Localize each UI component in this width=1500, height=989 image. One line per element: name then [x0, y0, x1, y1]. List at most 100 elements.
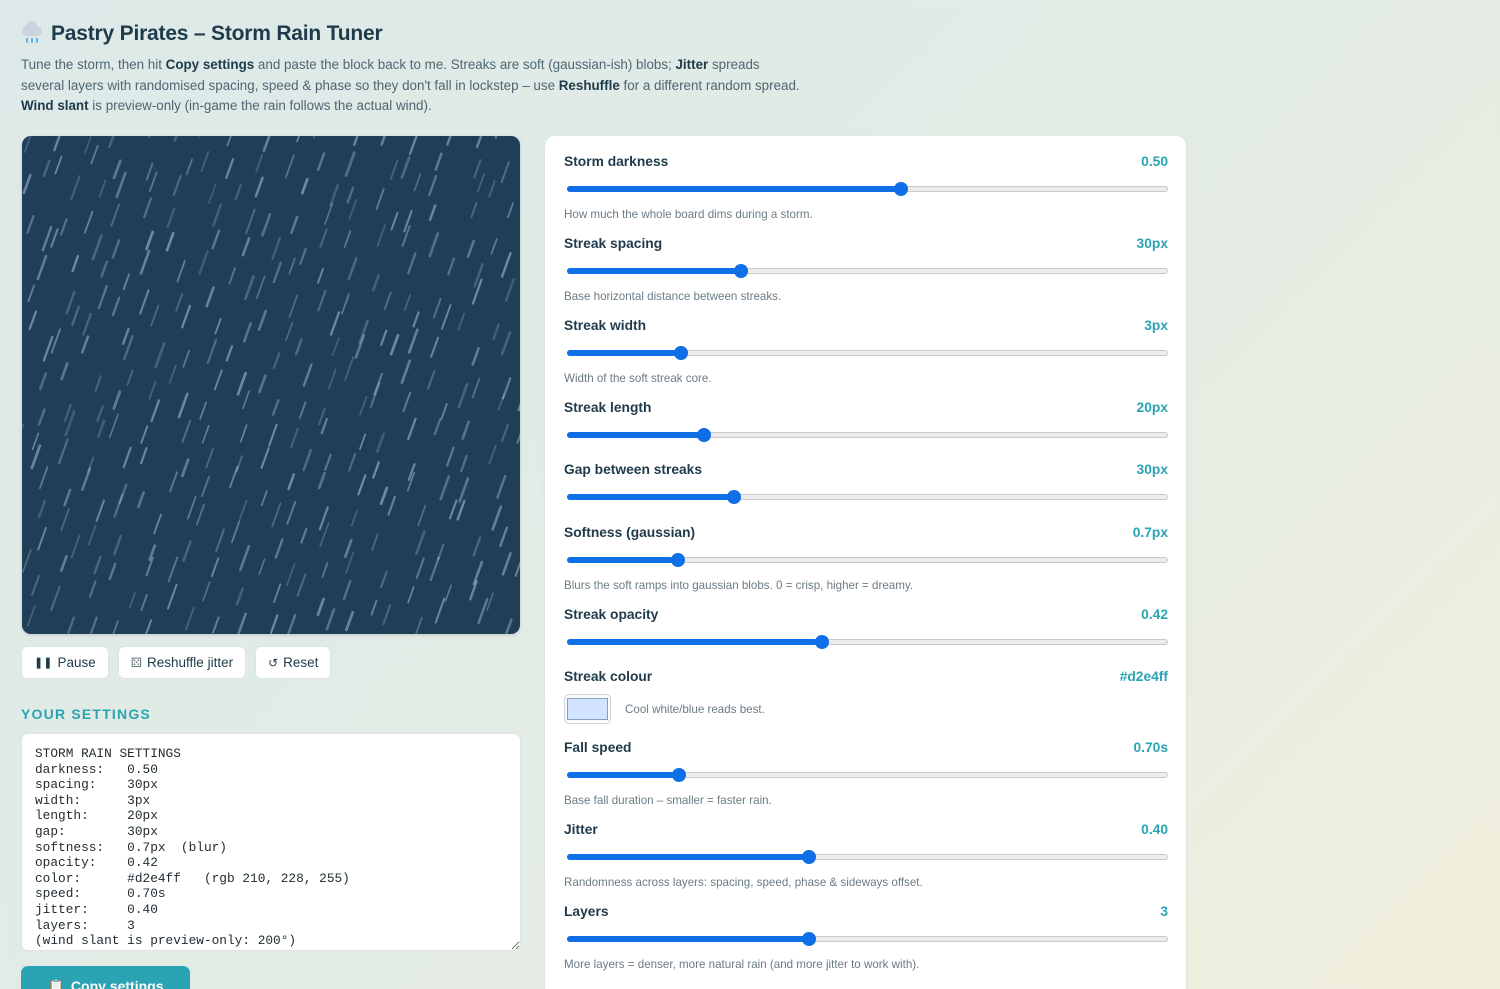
- layers-slider[interactable]: [567, 931, 1168, 947]
- rain-streak: [38, 372, 48, 391]
- slider-thumb[interactable]: [894, 182, 909, 196]
- darkness-slider[interactable]: [567, 181, 1168, 197]
- pause-button[interactable]: ❚❚ Pause: [21, 646, 109, 679]
- rain-streak: [492, 323, 500, 341]
- control-hint: How much the whole board dims during a s…: [564, 208, 813, 221]
- rain-streak: [182, 540, 192, 562]
- slider-thumb[interactable]: [734, 264, 749, 278]
- rain-streak: [185, 158, 193, 176]
- rain-streak: [441, 304, 452, 330]
- rain-streak: [272, 352, 281, 370]
- rain-streak: [63, 488, 72, 507]
- slider-thumb[interactable]: [727, 490, 742, 504]
- rain-streak: [316, 152, 326, 172]
- rain-streak: [300, 527, 308, 544]
- length-slider[interactable]: [567, 427, 1168, 443]
- rain-streak: [400, 359, 412, 384]
- slider-thumb[interactable]: [814, 635, 829, 649]
- control-value: #d2e4ff: [1119, 669, 1168, 684]
- rain-streak: [331, 337, 340, 356]
- control-value: 20px: [1136, 400, 1168, 415]
- rain-cloud-icon: [21, 21, 43, 45]
- rain-streak: [446, 446, 455, 467]
- slider-thumb[interactable]: [802, 932, 817, 946]
- rain-streak: [500, 252, 512, 278]
- rain-streak: [239, 424, 248, 443]
- colour-picker[interactable]: [564, 694, 611, 724]
- rain-streak: [236, 612, 247, 634]
- rain-streak: [345, 610, 355, 632]
- rain-streak: [60, 218, 68, 236]
- rain-streak: [42, 159, 51, 178]
- rain-streak: [348, 198, 358, 220]
- pause-icon: ❚❚: [34, 657, 53, 669]
- slider-thumb[interactable]: [802, 850, 817, 864]
- rain-streak: [89, 616, 98, 634]
- spacing-slider[interactable]: [567, 263, 1168, 279]
- rain-streak: [242, 390, 250, 410]
- rain-streak: [407, 252, 417, 275]
- slider-thumb[interactable]: [670, 553, 685, 567]
- rain-streak: [413, 172, 422, 192]
- rain-streak: [185, 606, 195, 631]
- rain-streak: [67, 616, 76, 634]
- rain-streak: [139, 289, 150, 315]
- control-opacity: Streak opacity 0.42: [564, 607, 1168, 650]
- rain-streak: [37, 499, 47, 519]
- gap-slider[interactable]: [567, 489, 1168, 505]
- opacity-slider[interactable]: [567, 634, 1168, 650]
- rain-streak: [321, 561, 329, 578]
- jitter-slider[interactable]: [567, 849, 1168, 865]
- rain-streak: [344, 356, 355, 381]
- settings-textarea[interactable]: STORM RAIN SETTINGS darkness: 0.50 spaci…: [21, 733, 521, 951]
- rain-streak: [42, 335, 54, 362]
- rain-streak: [205, 448, 214, 469]
- rain-streak: [169, 471, 178, 493]
- control-hint: Base fall duration – smaller = faster ra…: [564, 794, 772, 807]
- slider-thumb[interactable]: [671, 768, 686, 782]
- rain-streak: [95, 499, 106, 522]
- rain-streak: [296, 573, 307, 597]
- rain-streak: [318, 407, 326, 426]
- rain-streak: [212, 203, 223, 227]
- rain-streak: [90, 144, 99, 165]
- rain-streak: [288, 257, 296, 275]
- rain-streak: [486, 592, 494, 612]
- rain-streak: [290, 427, 299, 448]
- slider-thumb[interactable]: [674, 346, 689, 360]
- rain-streak: [382, 604, 392, 626]
- rain-streak: [50, 328, 62, 354]
- rain-streak: [36, 254, 48, 281]
- rain-streak: [299, 247, 307, 265]
- rain-streak: [229, 465, 239, 489]
- rain-streak: [325, 608, 336, 631]
- rain-streak: [97, 419, 106, 438]
- rain-streak: [457, 382, 469, 409]
- rain-streak: [115, 171, 127, 199]
- rain-streak: [181, 419, 192, 443]
- rain-streak: [344, 538, 353, 558]
- reset-icon: ↺: [268, 655, 279, 670]
- rain-streak: [60, 555, 68, 572]
- softness-slider[interactable]: [567, 552, 1168, 568]
- speed-slider[interactable]: [567, 767, 1168, 783]
- rain-streak: [434, 597, 446, 624]
- rain-streak: [27, 284, 35, 303]
- rain-streak: [329, 183, 340, 207]
- rain-streak: [112, 390, 122, 410]
- reshuffle-jitter-button[interactable]: ⚄ Reshuffle jitter: [117, 646, 247, 679]
- rain-streak: [71, 305, 80, 327]
- copy-settings-button[interactable]: 📋 Copy settings: [21, 966, 190, 989]
- rain-streak: [81, 467, 92, 491]
- rain-streak: [426, 369, 436, 390]
- rain-streak: [198, 250, 209, 275]
- rain-streak: [215, 528, 225, 553]
- rain-streak: [65, 290, 76, 315]
- rain-streak: [504, 278, 515, 302]
- width-slider[interactable]: [567, 345, 1168, 361]
- slider-thumb[interactable]: [697, 428, 712, 442]
- reset-button[interactable]: ↺ Reset: [255, 646, 332, 679]
- rain-streak: [344, 151, 356, 177]
- rain-streak: [271, 398, 280, 416]
- rain-streak: [380, 136, 387, 146]
